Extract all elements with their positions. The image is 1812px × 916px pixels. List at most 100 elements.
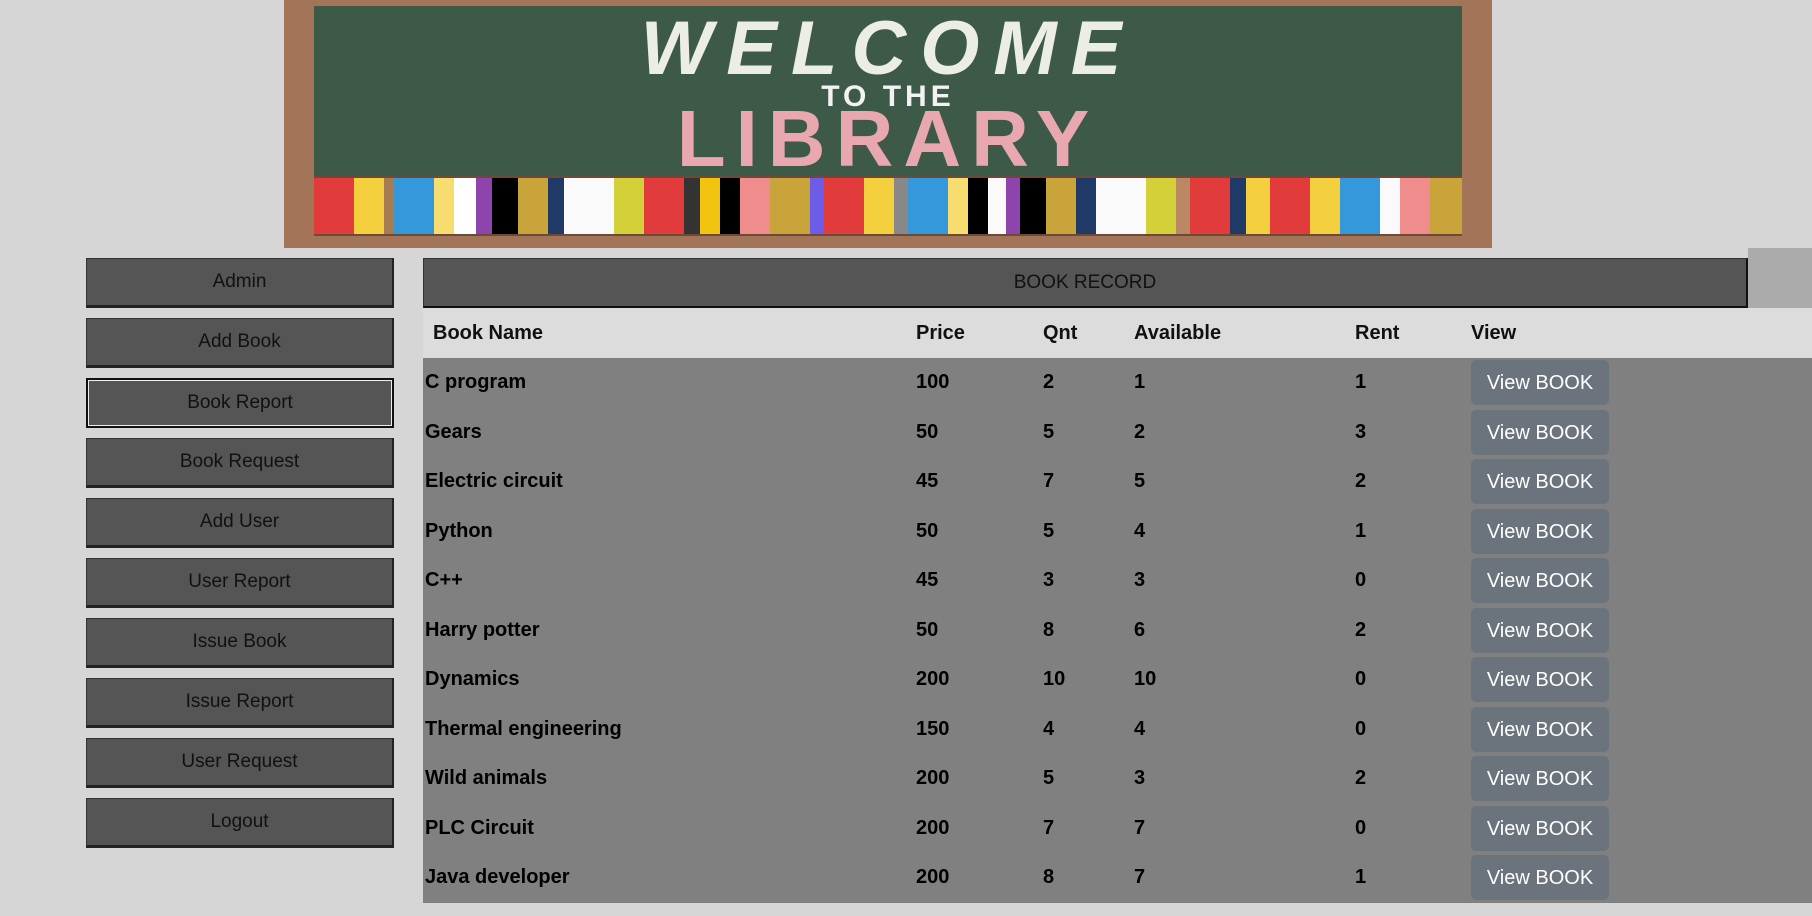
- price-cell: 45: [916, 470, 939, 492]
- sidebar-nav: Admin Add Book Book Report Book Request …: [86, 258, 394, 858]
- book-name-cell: C program: [425, 371, 527, 393]
- rent-cell: 0: [1355, 816, 1367, 839]
- book-name-cell: Python: [425, 519, 493, 542]
- column-header-rent: Rent: [1355, 322, 1400, 344]
- book-name-cell: PLC Circuit: [425, 816, 534, 839]
- nav-admin-button[interactable]: Admin: [86, 258, 394, 308]
- rent-cell: 1: [1355, 866, 1367, 888]
- header-filler: [1748, 248, 1812, 308]
- available-cell: 7: [1134, 816, 1146, 839]
- book-table-body: C program 100 2 1 1 View BOOK Gears 50 5 2 3 View B…: [423, 358, 1812, 903]
- available-cell: 3: [1134, 569, 1146, 591]
- svg-text:LIBRARY: LIBRARY: [677, 94, 1100, 183]
- column-header-available: Available: [1134, 322, 1222, 344]
- price-cell: 200: [916, 668, 950, 690]
- available-cell: 2: [1134, 420, 1146, 443]
- view-book-button[interactable]: View BOOK: [1471, 558, 1609, 603]
- price-cell: 50: [916, 519, 939, 542]
- nav-book-report-button[interactable]: Book Report: [86, 378, 394, 428]
- nav-book-request-button[interactable]: Book Request: [86, 438, 394, 488]
- available-cell: 10: [1134, 668, 1157, 690]
- qnt-cell: 5: [1043, 519, 1055, 542]
- banner-library-text: LIBRARY: [677, 94, 1100, 183]
- qnt-cell: 8: [1043, 618, 1055, 641]
- qnt-cell: 7: [1043, 470, 1055, 492]
- book-name-cell: Thermal engineering: [425, 717, 622, 740]
- view-book-button[interactable]: View BOOK: [1471, 756, 1609, 801]
- view-book-button[interactable]: View BOOK: [1471, 409, 1609, 455]
- column-header-book-name: Book Name: [433, 322, 544, 344]
- table-row: C program 100 2 1 1 View BOOK: [423, 358, 1812, 408]
- column-header-price: Price: [916, 322, 965, 344]
- rent-cell: 2: [1355, 767, 1367, 789]
- column-header-qnt: Qnt: [1043, 322, 1078, 344]
- book-name-cell: Harry potter: [425, 618, 540, 641]
- table-row: Gears 50 5 2 3 View BOOK: [423, 408, 1812, 458]
- available-cell: 3: [1134, 767, 1146, 789]
- table-row: PLC Circuit 200 7 7 0 View BOOK: [423, 804, 1812, 854]
- nav-logout-button[interactable]: Logout: [86, 798, 394, 848]
- chalkboard: WELCOME TO THE LIBRARY: [314, 6, 1462, 236]
- table-row: Python 50 5 4 1 View BOOK: [423, 507, 1812, 557]
- nav-issue-book-button[interactable]: Issue Book: [86, 618, 394, 668]
- book-shelf-graphic: [314, 176, 1462, 236]
- view-book-button[interactable]: View BOOK: [1471, 459, 1609, 504]
- qnt-cell: 3: [1043, 569, 1055, 591]
- table-row: Harry potter 50 8 6 2 View BOOK: [423, 606, 1812, 656]
- rent-cell: 1: [1355, 371, 1367, 393]
- nav-user-report-button[interactable]: User Report: [86, 558, 394, 608]
- qnt-cell: 5: [1043, 767, 1055, 789]
- price-cell: 200: [916, 866, 950, 888]
- rent-cell: 3: [1355, 420, 1367, 443]
- price-cell: 200: [916, 767, 950, 789]
- view-book-button[interactable]: View BOOK: [1471, 508, 1609, 554]
- available-cell: 7: [1134, 866, 1146, 888]
- qnt-cell: 7: [1043, 816, 1055, 839]
- nav-add-user-button[interactable]: Add User: [86, 498, 394, 548]
- price-cell: 45: [916, 569, 939, 591]
- view-book-button[interactable]: View BOOK: [1471, 855, 1609, 900]
- view-book-button[interactable]: View BOOK: [1471, 607, 1609, 653]
- qnt-cell: 8: [1043, 866, 1055, 888]
- view-book-button[interactable]: View BOOK: [1471, 805, 1609, 851]
- price-cell: 100: [916, 371, 950, 393]
- rent-cell: 1: [1355, 519, 1367, 542]
- view-book-button[interactable]: View BOOK: [1471, 657, 1609, 702]
- book-name-cell: Java developer: [425, 866, 570, 888]
- price-cell: 50: [916, 618, 939, 641]
- qnt-cell: 2: [1043, 371, 1055, 393]
- available-cell: 5: [1134, 470, 1146, 492]
- rent-cell: 2: [1355, 618, 1367, 641]
- table-row: Dynamics 200 10 10 0 View BOOK: [423, 655, 1812, 705]
- qnt-cell: 5: [1043, 420, 1055, 443]
- price-cell: 50: [916, 420, 939, 443]
- table-row: Thermal engineering 150 4 4 0 View BOOK: [423, 705, 1812, 755]
- table-row: Wild animals 200 5 3 2 View BOOK: [423, 754, 1812, 804]
- available-cell: 1: [1134, 371, 1146, 393]
- qnt-cell: 10: [1043, 668, 1066, 690]
- table-row: Java developer 200 8 7 1 View BOOK: [423, 853, 1812, 903]
- column-header-view: View: [1471, 322, 1517, 344]
- library-banner: WELCOME TO THE LIBRARY: [284, 0, 1492, 248]
- nav-issue-report-button[interactable]: Issue Report: [86, 678, 394, 728]
- table-header-row: Book Name Price Qnt Available Rent View: [423, 308, 1812, 358]
- nav-add-book-button[interactable]: Add Book: [86, 318, 394, 368]
- view-book-button[interactable]: View BOOK: [1471, 360, 1609, 405]
- available-cell: 6: [1134, 618, 1146, 641]
- price-cell: 150: [916, 717, 950, 740]
- rent-cell: 0: [1355, 717, 1367, 740]
- rent-cell: 2: [1355, 470, 1367, 492]
- banner-welcome-text: WELCOME: [641, 6, 1136, 91]
- available-cell: 4: [1134, 717, 1146, 740]
- table-row: C++ 45 3 3 0 View BOOK: [423, 556, 1812, 606]
- price-cell: 200: [916, 816, 950, 839]
- qnt-cell: 4: [1043, 717, 1055, 740]
- book-name-cell: Electric circuit: [425, 470, 563, 492]
- table-row: Electric circuit 45 7 5 2 View BOOK: [423, 457, 1812, 507]
- book-record-title: BOOK RECORD: [423, 258, 1748, 308]
- book-name-cell: Gears: [425, 420, 482, 443]
- view-book-button[interactable]: View BOOK: [1471, 706, 1609, 752]
- book-name-cell: Wild animals: [425, 767, 548, 789]
- nav-user-request-button[interactable]: User Request: [86, 738, 394, 788]
- available-cell: 4: [1134, 519, 1146, 542]
